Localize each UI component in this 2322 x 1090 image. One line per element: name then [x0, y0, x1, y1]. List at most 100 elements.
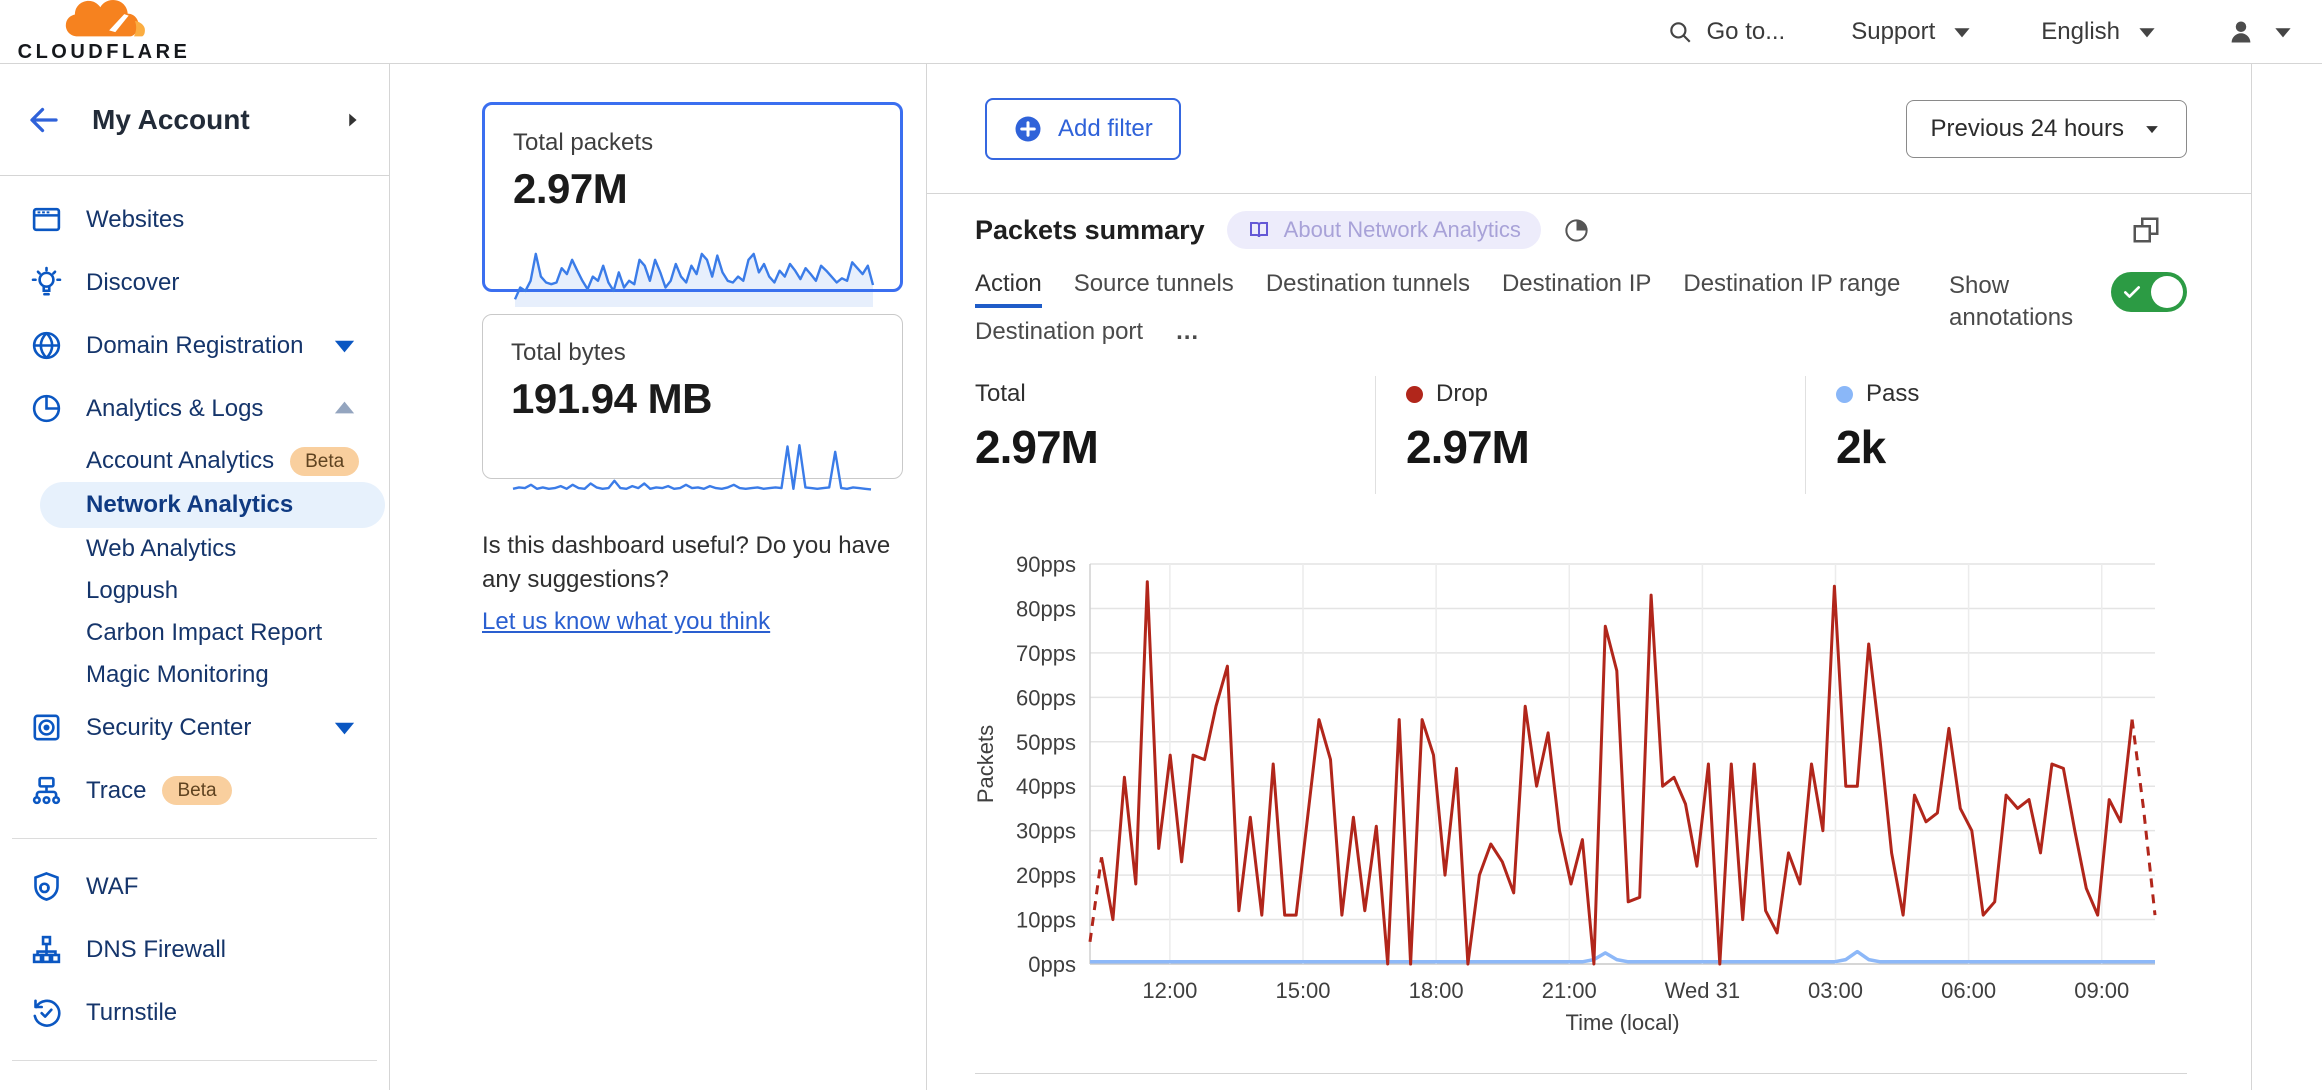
caret-down-icon [1949, 19, 1975, 45]
stat-value: 2k [1836, 420, 2187, 474]
shield-icon [30, 870, 63, 903]
time-range-dropdown[interactable]: Previous 24 hours [1906, 100, 2187, 158]
feedback-question: Is this dashboard useful? Do you have an… [482, 532, 890, 593]
caret-down-icon [2270, 19, 2296, 45]
check-icon [2122, 282, 2142, 302]
y-tick-label: 80pps [1016, 596, 1076, 621]
sidebar-item-waf[interactable]: WAF [0, 855, 389, 918]
y-tick-label: 10pps [1016, 908, 1076, 933]
sidebar-item-label: Account Analytics [86, 447, 274, 475]
tab-action[interactable]: Action [975, 270, 1042, 308]
x-axis-label: Time (local) [1565, 1010, 1679, 1034]
panel-title: Packets summary [975, 215, 1205, 246]
filter-row: Add filter Previous 24 hours [927, 64, 2251, 194]
sidebar-item-dns-firewall[interactable]: DNS Firewall [0, 918, 389, 981]
sidebar-item-label: Domain Registration [86, 332, 303, 360]
sidebar-item-security-center[interactable]: Security Center [0, 696, 389, 759]
drop-series-dashed-head [1090, 857, 1102, 942]
x-tick-label: 21:00 [1542, 978, 1597, 1003]
sidebar-item-label: Websites [86, 206, 184, 234]
go-to-search[interactable]: Go to... [1667, 18, 1786, 46]
account-menu[interactable] [2226, 17, 2296, 47]
account-title: My Account [92, 104, 250, 136]
show-annotations-toggle[interactable] [2111, 272, 2187, 312]
caret-right-icon[interactable] [341, 109, 363, 131]
sidebar-item-label: Security Center [86, 714, 251, 742]
about-badge-label: About Network Analytics [1284, 217, 1521, 243]
tab-destination-port[interactable]: Destination port [975, 318, 1143, 356]
annotations-control: Show annotations [1949, 270, 2187, 335]
more-tabs-button[interactable]: … [1175, 318, 1201, 356]
drop-series-dashed-tail [2132, 720, 2155, 916]
sidebar-item-account-analytics[interactable]: Account AnalyticsBeta [0, 440, 389, 482]
drop-series-line [1102, 582, 2133, 964]
sidebar-item-trace[interactable]: TraceBeta [0, 759, 389, 822]
x-tick-label: 12:00 [1142, 978, 1197, 1003]
tabs-area: Action Source tunnels Destination tunnels D… [975, 270, 2187, 356]
time-range-label: Previous 24 hours [1931, 115, 2124, 143]
card-value: 2.97M [513, 165, 872, 213]
safe-icon [30, 711, 63, 744]
sidebar-item-network-analytics[interactable]: Network Analytics [40, 482, 385, 528]
time-window-icon[interactable] [1563, 217, 1590, 244]
bulb-icon [30, 266, 63, 299]
support-menu[interactable]: Support [1851, 18, 1975, 46]
pie-icon [30, 392, 63, 425]
feedback-link[interactable]: Let us know what you think [482, 605, 770, 639]
packets-time-series-chart: 0pps10pps20pps30pps40pps50pps60pps70pps8… [975, 494, 2187, 1034]
cloudflare-wordmark: CLOUDFLARE [18, 41, 191, 64]
y-tick-label: 30pps [1016, 819, 1076, 844]
chart-canvas: 0pps10pps20pps30pps40pps50pps60pps70pps8… [975, 494, 2205, 1034]
y-tick-label: 40pps [1016, 774, 1076, 799]
caret-down-icon [2134, 19, 2160, 45]
back-arrow-icon[interactable] [26, 102, 62, 138]
total-packets-card[interactable]: Total packets 2.97M [482, 102, 903, 292]
total-bytes-card[interactable]: Total bytes 191.94 MB [482, 314, 903, 479]
pass-series-line [1090, 952, 2155, 962]
packets-summary-section: Packets summary About Network Analytics … [927, 210, 2251, 1074]
sidebar-item-logpush[interactable]: Logpush [0, 570, 389, 612]
x-tick-label: 09:00 [2074, 978, 2129, 1003]
stat-value: 2.97M [975, 420, 1375, 474]
cloudflare-logo[interactable]: CLOUDFLARE [20, 0, 188, 64]
sidebar-item-web-analytics[interactable]: Web Analytics [0, 528, 389, 570]
language-label: English [2041, 18, 2120, 46]
add-filter-label: Add filter [1058, 115, 1153, 143]
account-header: My Account [0, 64, 389, 176]
drop-legend-dot [1406, 386, 1423, 403]
sidebar-item-domain-registration[interactable]: Domain Registration [0, 314, 389, 377]
add-filter-button[interactable]: Add filter [985, 98, 1181, 160]
sidebar-item-websites[interactable]: Websites [0, 188, 389, 251]
tab-source-tunnels[interactable]: Source tunnels [1074, 270, 1234, 308]
sidebar-item-label: Magic Monitoring [86, 661, 269, 689]
toggle-knob [2151, 276, 2183, 308]
go-to-label: Go to... [1707, 18, 1786, 46]
sidebar-nav: Websites Discover Domain Registration Analy… [0, 176, 389, 1090]
support-label: Support [1851, 18, 1935, 46]
about-network-analytics-badge[interactable]: About Network Analytics [1227, 211, 1541, 249]
sidebar-item-carbon-impact-report[interactable]: Carbon Impact Report [0, 612, 389, 654]
tab-destination-ip[interactable]: Destination IP [1502, 270, 1651, 308]
book-icon [1247, 218, 1271, 242]
y-tick-label: 70pps [1016, 641, 1076, 666]
sidebar-item-hidden[interactable] [0, 1077, 389, 1090]
language-menu[interactable]: English [2041, 18, 2160, 46]
expand-panel-icon[interactable] [2131, 215, 2161, 245]
sidebar-item-magic-monitoring[interactable]: Magic Monitoring [0, 654, 389, 696]
search-icon [1667, 19, 1693, 45]
sidebar-item-discover[interactable]: Discover [0, 251, 389, 314]
stat-total: Total 2.97M [975, 376, 1375, 494]
sidebar-item-label: Turnstile [86, 999, 177, 1027]
x-tick-label: 18:00 [1409, 978, 1464, 1003]
top-nav: CLOUDFLARE Go to... Support English [0, 0, 2322, 64]
sidebar-item-label: Analytics & Logs [86, 395, 263, 423]
tab-destination-tunnels[interactable]: Destination tunnels [1266, 270, 1470, 308]
caret-up-icon [328, 392, 361, 425]
y-tick-label: 50pps [1016, 730, 1076, 755]
sidebar-item-analytics-logs[interactable]: Analytics & Logs [0, 377, 389, 440]
show-annotations-label: Show annotations [1949, 270, 2085, 335]
tab-destination-ip-range[interactable]: Destination IP range [1683, 270, 1900, 308]
sidebar-item-turnstile[interactable]: Turnstile [0, 981, 389, 1044]
sidebar: My Account Websites Discover Domain Regist… [0, 64, 390, 1090]
y-axis-label: Packets [975, 725, 998, 803]
